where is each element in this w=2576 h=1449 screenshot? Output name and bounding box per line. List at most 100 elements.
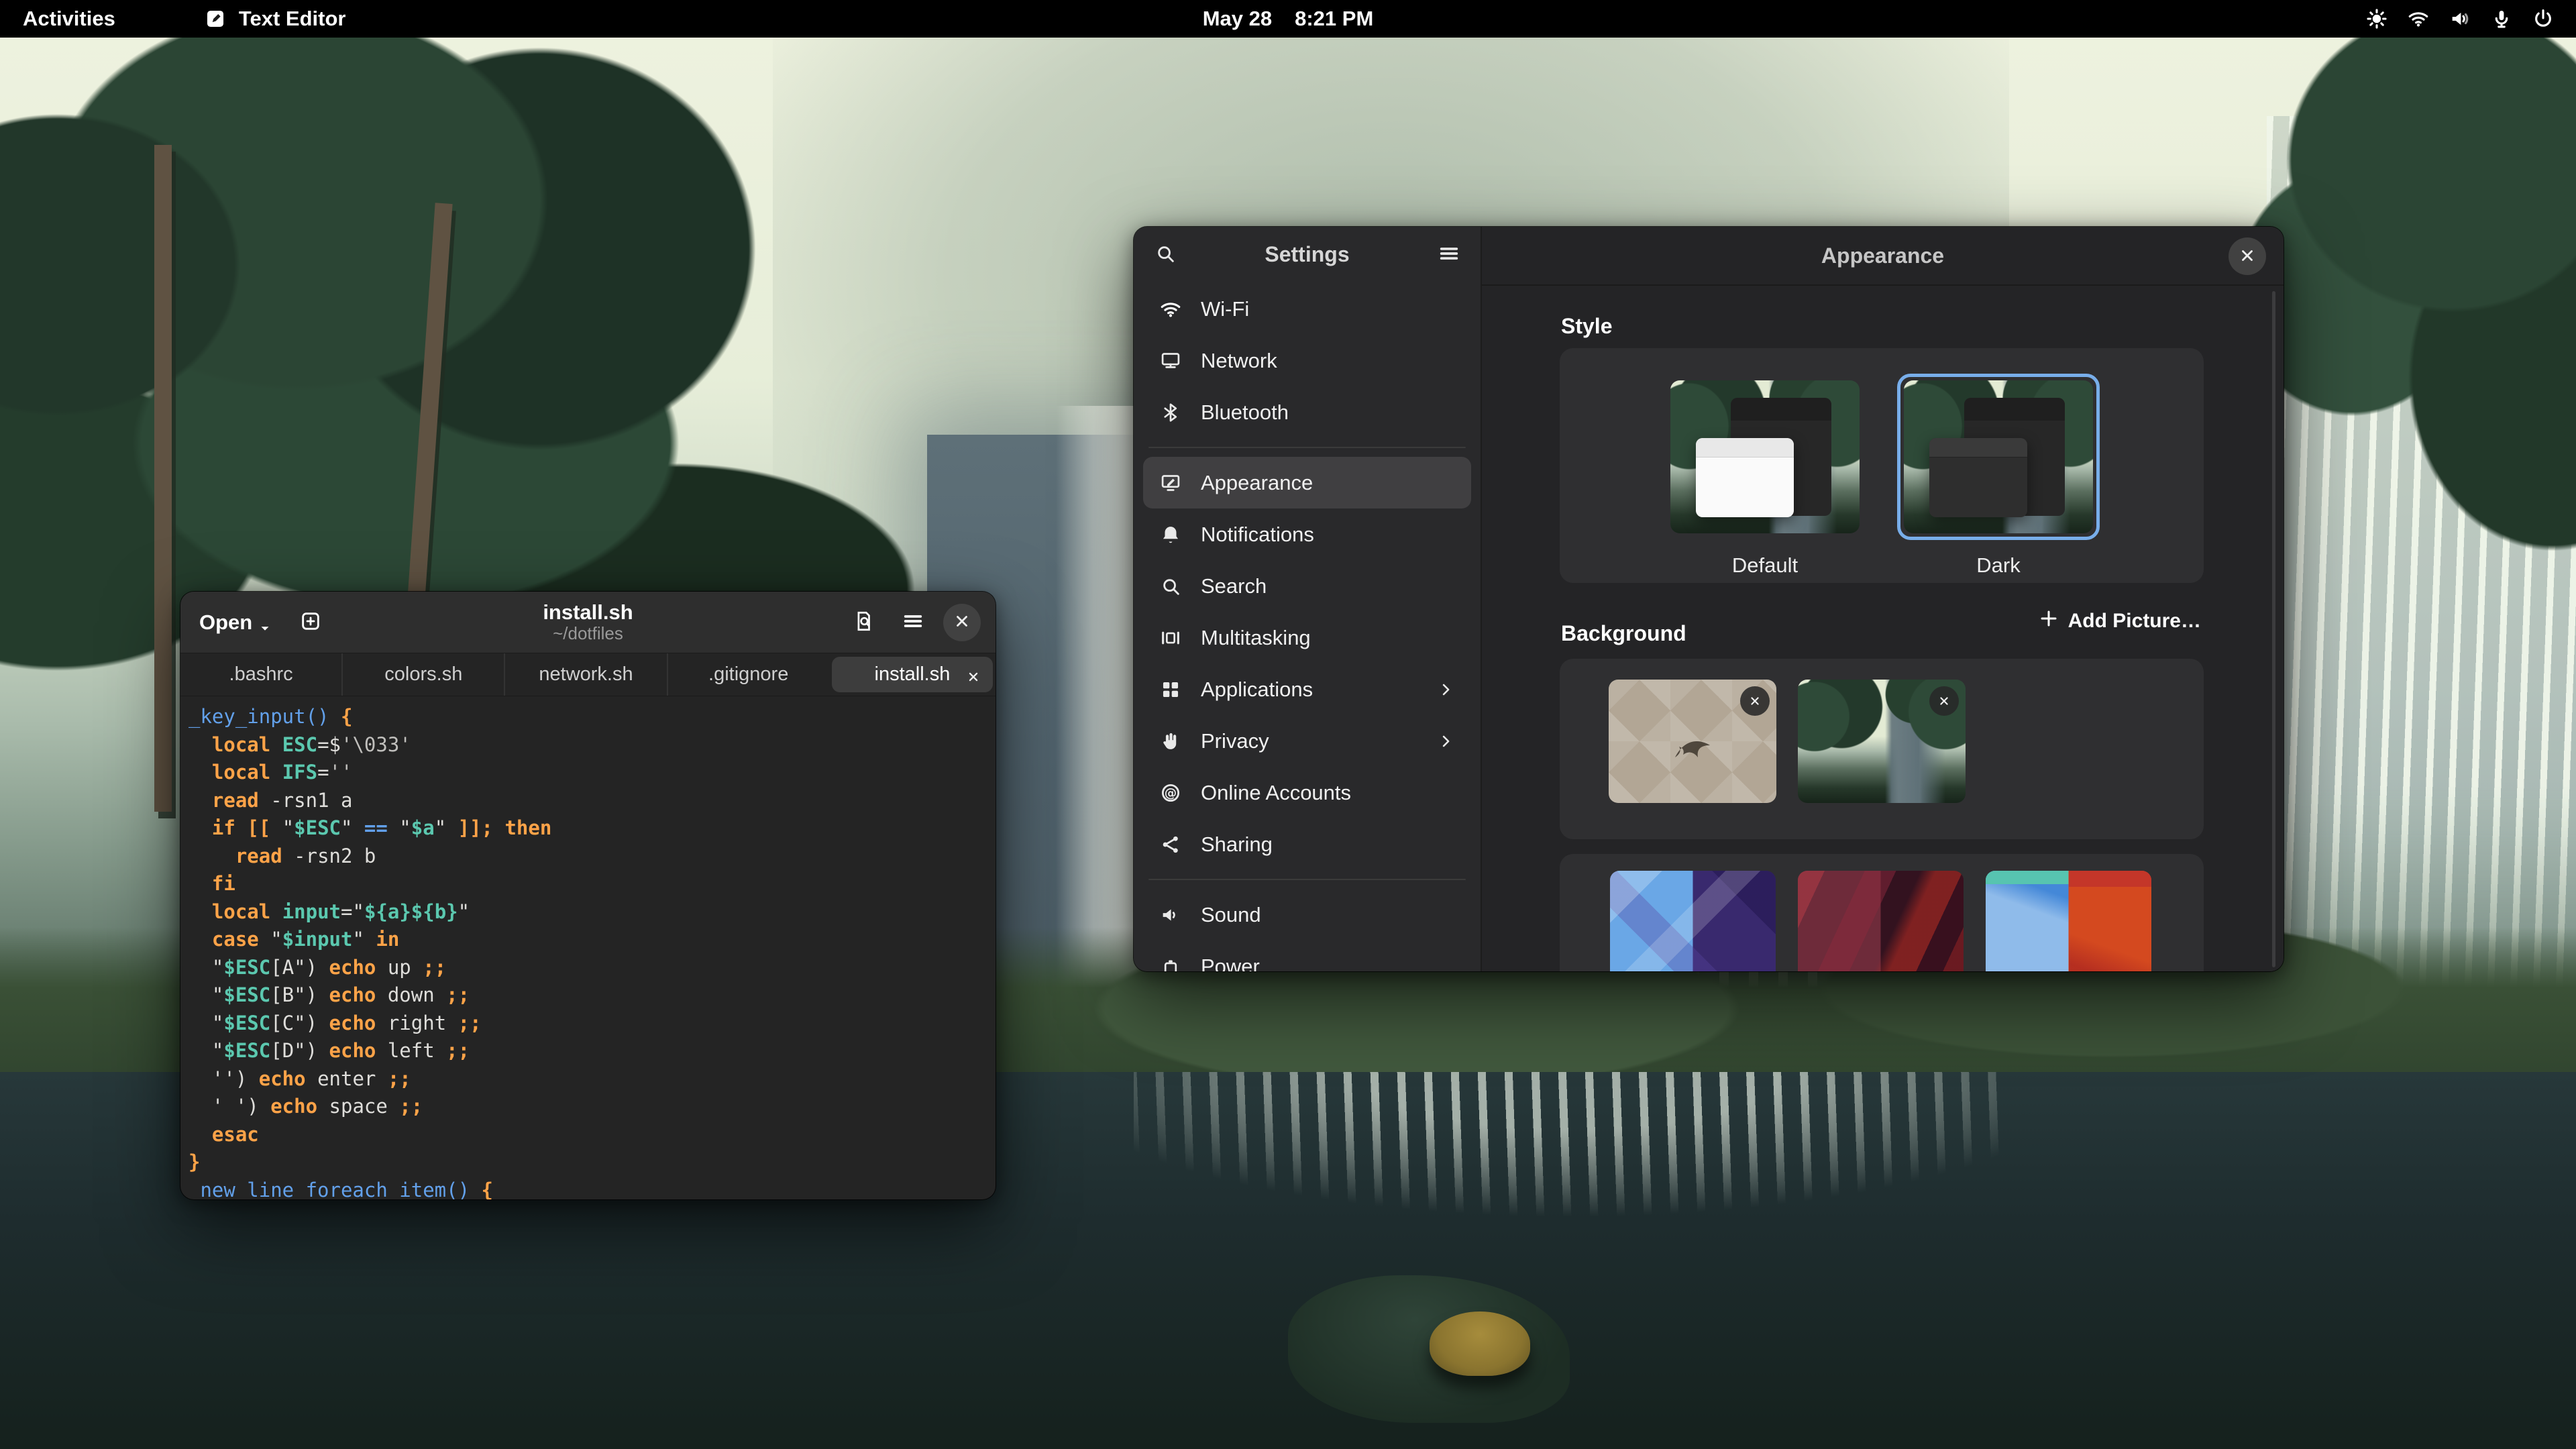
content-headerbar: Appearance — [1482, 227, 2284, 286]
style-section-label: Style — [1561, 314, 1612, 339]
sidebar-item-multitasking[interactable]: Multitasking — [1143, 612, 1471, 663]
wifi-icon — [1159, 298, 1182, 321]
tab-label: .bashrc — [229, 663, 293, 686]
forest-waterfall-wallpaper[interactable] — [1798, 680, 1966, 803]
new-tab-button[interactable] — [291, 603, 330, 642]
sidebar-item-notifications[interactable]: Notifications — [1143, 508, 1471, 560]
grid-icon — [1159, 678, 1182, 701]
text-editor-window: Open install.sh ~/dotfiles — [180, 592, 996, 1199]
clock-button[interactable]: May 28 8:21 PM — [1199, 6, 1378, 32]
dark-style-preview — [1904, 380, 2093, 533]
tab-network.sh[interactable]: network.sh — [504, 653, 666, 696]
document-preview-button[interactable] — [844, 603, 883, 642]
system-status-area[interactable] — [2361, 7, 2576, 31]
time-label: 8:21 PM — [1295, 7, 1373, 31]
volume-icon — [2449, 7, 2471, 30]
speaker-icon — [1159, 904, 1182, 926]
code-line: fi — [189, 870, 996, 898]
sidebar-separator — [1148, 447, 1466, 448]
remove-wallpaper-button[interactable] — [1929, 686, 1959, 716]
window-title: install.sh ~/dotfiles — [543, 600, 633, 645]
plus-icon — [2039, 608, 2059, 634]
preview-front-window — [1929, 438, 2027, 517]
remove-wallpaper-button[interactable] — [1740, 686, 1770, 716]
sidebar-item-label: Privacy — [1201, 729, 1269, 753]
settings-content: Appearance Style Default Dark Background — [1482, 227, 2284, 971]
sidebar-item-label: Network — [1201, 349, 1277, 373]
close-settings-button[interactable] — [2229, 237, 2266, 275]
style-option-default[interactable]: Default — [1664, 374, 1866, 583]
close-icon — [953, 612, 971, 632]
sidebar-item-network[interactable]: Network — [1143, 335, 1471, 386]
dark-red-waves-split[interactable] — [1798, 871, 1964, 971]
close-window-button[interactable] — [943, 604, 981, 641]
sidebar-item-label: Multitasking — [1201, 626, 1311, 650]
tab-colors.sh[interactable]: colors.sh — [341, 653, 504, 696]
style-option-label: Default — [1732, 553, 1798, 578]
share-icon — [1159, 833, 1182, 856]
add-picture-button[interactable]: Add Picture… — [2035, 608, 2205, 635]
tab-install.sh[interactable]: install.sh — [832, 657, 993, 692]
sidebar-item-search[interactable]: Search — [1143, 560, 1471, 612]
text-editor-app-icon — [204, 7, 227, 30]
bluetooth-icon — [1159, 401, 1182, 424]
code-line: ' ') echo space ;; — [189, 1093, 996, 1121]
sidebar-separator — [1148, 879, 1466, 880]
network-icon — [1159, 350, 1182, 372]
tiles-dragon-wallpaper[interactable] — [1609, 680, 1776, 803]
close-tab-icon[interactable] — [966, 667, 981, 682]
settings-title: Settings — [1185, 242, 1430, 267]
microphone-icon — [2490, 7, 2513, 30]
sidebar-item-label: Bluetooth — [1201, 400, 1289, 425]
system-backgrounds-card — [1560, 854, 2204, 971]
default-style-preview — [1670, 380, 1860, 533]
code-line: "$ESC[A") echo up ;; — [189, 954, 996, 982]
hand-icon — [1159, 730, 1182, 753]
code-line: _new_line_foreach_item() { — [189, 1177, 996, 1200]
tab-.gitignore[interactable]: .gitignore — [667, 653, 829, 696]
open-button[interactable]: Open — [195, 610, 276, 635]
main-menu-button[interactable] — [894, 603, 932, 642]
scrollbar[interactable] — [2272, 291, 2275, 967]
sidebar-item-power[interactable]: Power — [1143, 941, 1471, 971]
style-option-dark[interactable]: Dark — [1897, 374, 2100, 583]
sidebar-item-label: Applications — [1201, 678, 1313, 702]
style-option-label: Dark — [1976, 553, 2020, 578]
battery-icon — [1159, 955, 1182, 972]
preview-front-window — [1696, 438, 1794, 517]
sidebar-item-online-accounts[interactable]: @Online Accounts — [1143, 767, 1471, 818]
tab-bar: .bashrc colors.shnetwork.sh.gitignoreinst… — [180, 653, 996, 696]
chevron-down-icon — [258, 617, 272, 632]
sidebar-item-sound[interactable]: Sound — [1143, 889, 1471, 941]
sidebar-item-sharing[interactable]: Sharing — [1143, 818, 1471, 870]
tab-.bashrc[interactable]: .bashrc — [180, 653, 341, 696]
sidebar-menu-button[interactable] — [1430, 235, 1468, 274]
sidebar-item-appearance[interactable]: Appearance — [1143, 457, 1471, 508]
sidebar-item-label: Appearance — [1201, 471, 1313, 495]
search-button[interactable] — [1146, 235, 1185, 274]
code-line: "$ESC[D") echo left ;; — [189, 1037, 996, 1065]
focused-app-menu[interactable]: Text Editor — [204, 7, 346, 31]
code-line: local input="${a}${b}" — [189, 898, 996, 926]
activities-button[interactable]: Activities — [19, 6, 119, 32]
close-icon — [2239, 247, 2256, 266]
sidebar-item-privacy[interactable]: Privacy — [1143, 715, 1471, 767]
style-options: Default Dark — [1560, 348, 2204, 583]
sidebar-item-applications[interactable]: Applications — [1143, 663, 1471, 715]
background-section-label: Background — [1561, 621, 1686, 646]
bell-icon — [1159, 523, 1182, 546]
chevron-right-icon — [1436, 732, 1455, 751]
multitasking-icon — [1159, 627, 1182, 649]
hamburger-menu-icon — [902, 610, 924, 635]
blue-orange-drips-split[interactable] — [1986, 871, 2151, 971]
sidebar-item-bluetooth[interactable]: Bluetooth — [1143, 386, 1471, 438]
sidebar-item-label: Sharing — [1201, 833, 1273, 857]
top-bar: Activities Text Editor May 28 8:21 PM — [0, 0, 2576, 38]
sidebar-item-wi-fi[interactable]: Wi-Fi — [1143, 283, 1471, 335]
search-icon — [1159, 575, 1182, 598]
user-backgrounds-card — [1560, 659, 2204, 839]
sidebar-item-label: Notifications — [1201, 523, 1314, 547]
blue-hexagons-split[interactable] — [1610, 871, 1776, 971]
code-editor-area[interactable]: _key_input() { local ESC=$'\033' local I… — [180, 696, 996, 1199]
sidebar-item-label: Power — [1201, 955, 1260, 972]
